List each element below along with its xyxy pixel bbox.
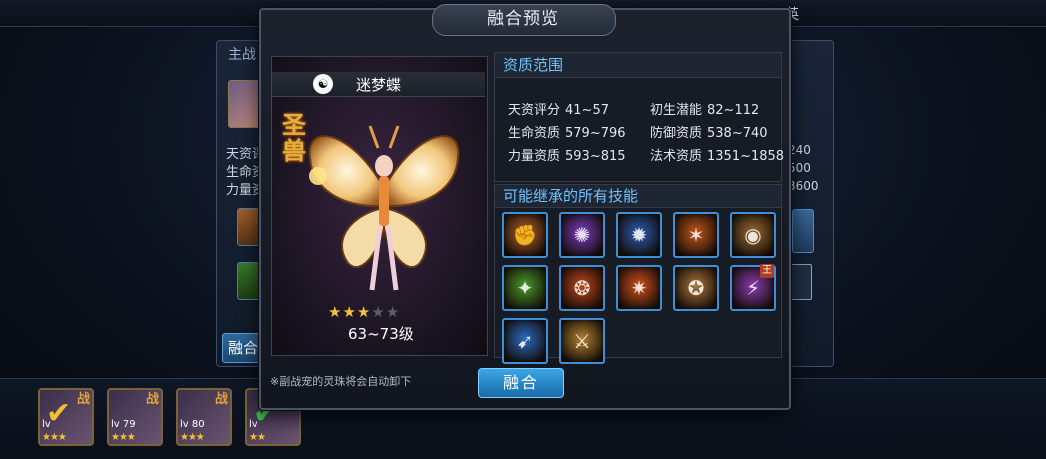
butterfly-pet-illustration [308, 125, 460, 291]
skills-title: 可能继承的所有技能 [503, 187, 639, 205]
earth-rock-icon-glyph: ◉ [744, 223, 762, 247]
star-icon: ★ [371, 303, 386, 321]
pet-slot[interactable]: 战 lv 80 ★★★ [176, 388, 232, 446]
pet-level-range: 63~73级 [348, 325, 414, 343]
star-icon: ★ [385, 303, 401, 321]
star-icon: ★ [356, 303, 372, 321]
stat-row: 防御资质 538~740 [650, 126, 768, 141]
beast-roar-icon-glyph: ✪ [687, 276, 705, 300]
background-panel-title: 主战 [228, 47, 256, 63]
pet-slot[interactable]: 战 ✔ lv ★★★ [38, 388, 94, 446]
stat-row: 生命资质 579~796 [508, 126, 626, 141]
phoenix-icon[interactable]: ✷ [616, 265, 662, 311]
king-badge: 王 [760, 264, 774, 278]
pet-slot[interactable]: 战 lv 79 ★★★ [107, 388, 163, 446]
background-value: 240 [788, 143, 811, 157]
stat-row: 力量资质 593~815 [508, 149, 626, 164]
purple-burst-icon[interactable]: ✺ [559, 212, 605, 258]
pet-star-rating: ★★★★★ [328, 303, 400, 321]
fist-strike-icon[interactable]: ✊ [502, 212, 548, 258]
fist-strike-icon-glyph: ✊ [512, 223, 538, 247]
earth-rock-icon[interactable]: ◉ [730, 212, 776, 258]
fire-claw-icon-glyph: ✶ [687, 223, 705, 247]
phoenix-icon-glyph: ✷ [630, 276, 648, 300]
background-value: 3600 [788, 179, 819, 193]
purple-burst-icon-glyph: ✺ [573, 223, 591, 247]
background-merge-button[interactable]: 融合 [222, 333, 264, 363]
gold-slash-icon-glyph: ⚔ [573, 329, 591, 353]
battle-tag: 战 [214, 392, 228, 407]
background-side-button[interactable] [790, 264, 812, 300]
beast-roar-icon[interactable]: ✪ [673, 265, 719, 311]
green-orb-icon-glyph: ✦ [516, 276, 534, 300]
dialog-title: 融合预览 [487, 9, 559, 29]
yin-yang-icon: ☯ [313, 74, 333, 94]
star-icon: ★ [328, 303, 343, 321]
aptitude-title: 资质范围 [503, 56, 564, 74]
pet-name: 迷梦蝶 [356, 76, 402, 94]
pet-slot-stars: ★★★ [111, 432, 136, 443]
blue-vortex-icon[interactable]: ✹ [616, 212, 662, 258]
battle-tag: 战 [145, 392, 159, 407]
fusion-hint: ※副战宠的灵珠将会自动卸下 [270, 375, 412, 388]
green-orb-icon[interactable]: ✦ [502, 265, 548, 311]
pet-slot-level: lv [249, 419, 258, 430]
pet-slot-stars: ★★★ [180, 432, 205, 443]
pet-slot-stars: ★★★ [42, 432, 67, 443]
background-value: 500 [788, 161, 811, 175]
merge-button[interactable]: 融合 [478, 368, 564, 398]
pet-slot-level: lv 79 [111, 419, 136, 430]
blue-blade-icon[interactable]: ➹ [502, 318, 548, 364]
stat-row: 法术资质 1351~1858 [650, 149, 785, 164]
battle-tag: 战 [76, 392, 90, 407]
fire-claw-icon[interactable]: ✶ [673, 212, 719, 258]
flame-ring-icon[interactable]: ❂ [559, 265, 605, 311]
gold-slash-icon[interactable]: ⚔ [559, 318, 605, 364]
stat-row: 天资评分 41~57 [508, 103, 609, 118]
pet-slot-stars: ★★ [249, 432, 266, 443]
flame-ring-icon-glyph: ❂ [573, 276, 591, 300]
background-skill-icon[interactable] [792, 209, 814, 253]
dialog-title-banner: 融合预览 [432, 4, 616, 36]
stat-row: 初生潜能 82~112 [650, 103, 760, 118]
pet-slot-level: lv 80 [180, 419, 205, 430]
star-icon: ★ [342, 303, 357, 321]
blue-vortex-icon-glyph: ✹ [630, 223, 648, 247]
blue-blade-icon-glyph: ➹ [516, 329, 534, 353]
pet-slot-level: lv [42, 419, 51, 430]
